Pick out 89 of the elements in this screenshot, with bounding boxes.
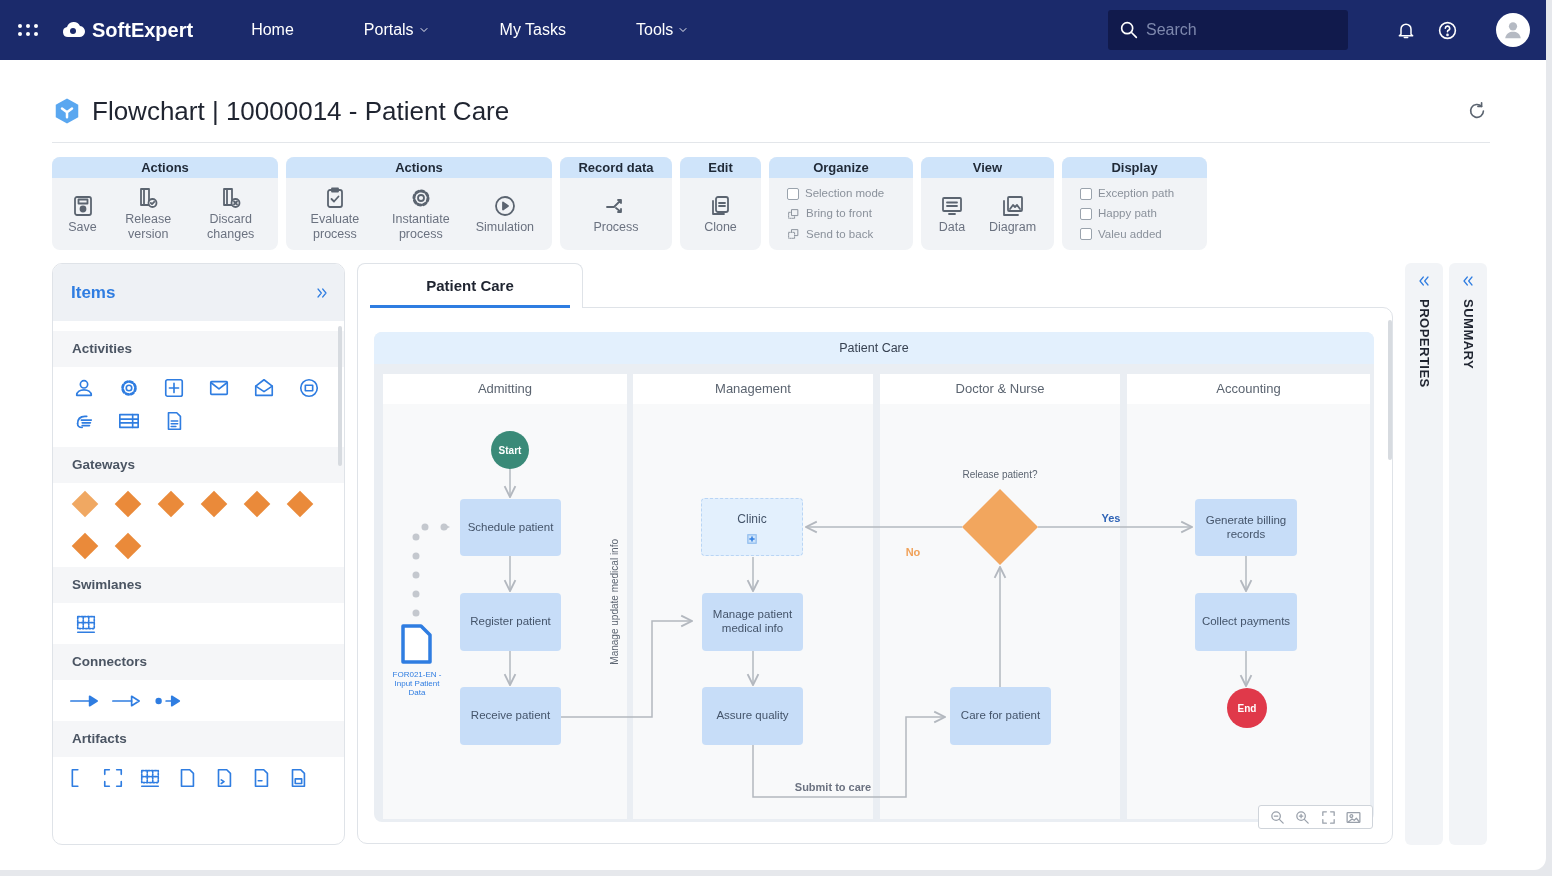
- toolbar-button[interactable]: Process: [593, 193, 639, 235]
- connector-arrow: [746, 650, 760, 686]
- brand-name: SoftExpert: [92, 18, 194, 43]
- apps-grid-icon[interactable]: [16, 22, 40, 38]
- nav-link[interactable]: Portals: [363, 18, 430, 42]
- group-header: Edit: [680, 157, 761, 178]
- annotation-text: Manage update medical info: [608, 539, 621, 665]
- checkbox-label: Selection mode: [805, 186, 885, 202]
- diagram-tab[interactable]: Patient Care: [357, 263, 583, 308]
- plus-icon: [747, 534, 757, 544]
- group-header: Display: [1062, 157, 1207, 178]
- group-header: Actions: [52, 157, 278, 178]
- nav-link[interactable]: My Tasks: [499, 18, 566, 42]
- scrollbar-thumb[interactable]: [1388, 320, 1392, 460]
- dashed-frame-icon[interactable]: [101, 766, 124, 789]
- command-button[interactable]: Bring to front: [787, 205, 872, 223]
- task-node: Collect payments: [1195, 593, 1297, 651]
- checkbox-label: Valeu added: [1098, 226, 1162, 242]
- task-node: Generate billing records: [1195, 499, 1297, 556]
- node-label: Clinic: [737, 511, 767, 528]
- images-icon: [1000, 193, 1025, 218]
- connector-arrow: [503, 650, 517, 686]
- fit-screen-icon[interactable]: [1319, 808, 1337, 826]
- task-node: Assure quality: [702, 687, 803, 745]
- task-node: Manage patient medical info: [702, 593, 803, 651]
- toolbar-button[interactable]: Evaluate process: [303, 186, 366, 242]
- checkbox[interactable]: [1080, 228, 1092, 241]
- envelope-circle-icon[interactable]: [297, 376, 320, 399]
- document-label: FOR021-EN - Input Patient Data: [391, 670, 443, 698]
- task-node: Receive patient: [460, 687, 561, 745]
- checkbox[interactable]: [1080, 208, 1092, 220]
- user-avatar[interactable]: [1496, 13, 1530, 47]
- connector-arrow: [746, 556, 760, 592]
- toolbar-button[interactable]: Instantiate process: [389, 186, 452, 242]
- toolbar-button[interactable]: Save: [68, 193, 97, 235]
- zoom-in-icon[interactable]: [1294, 808, 1312, 826]
- page-title: Flowchart | 10000014 - Patient Care: [92, 94, 510, 128]
- connector-arrow: [503, 468, 517, 498]
- lane-header: Doctor & Nurse: [880, 374, 1120, 404]
- help-icon[interactable]: [1437, 19, 1458, 41]
- open-envelope-icon[interactable]: [252, 376, 275, 399]
- task-node: Care for patient: [950, 687, 1051, 745]
- side-tab[interactable]: SUMMARY: [1449, 263, 1487, 845]
- toolbar-button[interactable]: Simulation: [475, 193, 535, 235]
- lane-header: Management: [633, 374, 873, 404]
- toolbar-button[interactable]: Data: [938, 193, 966, 235]
- scrollbar-thumb[interactable]: [338, 326, 342, 466]
- zoom-out-icon[interactable]: [1269, 808, 1287, 826]
- task-node: Register patient: [460, 593, 561, 651]
- section-header: Gateways: [53, 447, 344, 483]
- play-icon: [492, 193, 517, 218]
- section-header: Artifacts: [53, 721, 344, 757]
- command-button[interactable]: Send to back: [787, 225, 874, 243]
- gateway-label: Release patient?: [962, 468, 1038, 482]
- document-icon: [400, 624, 433, 664]
- send-back-icon: [787, 227, 800, 241]
- section-header: Connectors: [53, 644, 344, 680]
- nav-link[interactable]: Home: [251, 18, 294, 42]
- toolbar-button[interactable]: Release version: [117, 186, 180, 242]
- search-icon: [1118, 19, 1140, 41]
- pool-header: Patient Care: [374, 332, 1374, 364]
- search-field[interactable]: Search: [1108, 10, 1348, 50]
- toolbar-button[interactable]: Discard changes: [199, 186, 262, 242]
- group-header: Record data: [560, 157, 672, 178]
- group-header: Organize: [769, 157, 913, 178]
- section-header: Activities: [53, 331, 344, 367]
- toolbar-button[interactable]: Diagram: [988, 193, 1037, 235]
- side-tab[interactable]: PROPERTIES: [1405, 263, 1443, 845]
- toolbar-button[interactable]: Clone: [704, 193, 737, 235]
- checkbox-label: Happy path: [1098, 206, 1157, 222]
- panel-title: Items: [71, 281, 116, 304]
- lane-header: Accounting: [1127, 374, 1370, 404]
- edge-label: No: [905, 545, 921, 560]
- nav-link[interactable]: Tools: [636, 18, 690, 42]
- bring-front-icon: [787, 207, 800, 221]
- section-header: Swimlanes: [53, 567, 344, 603]
- group-header: View: [921, 157, 1054, 178]
- group-header: Actions: [286, 157, 552, 178]
- task-node: Schedule patient: [460, 499, 561, 556]
- connector-arrow: [1239, 555, 1253, 592]
- edge-label: Submit to care: [794, 780, 872, 795]
- checkbox[interactable]: [787, 187, 799, 200]
- lane-header: Admitting: [383, 374, 627, 404]
- checkbox-label: Exception path: [1098, 186, 1175, 202]
- connector-arrow: [503, 555, 517, 592]
- edge-label: Yes: [1101, 511, 1121, 526]
- connector-arrow: [1239, 650, 1253, 687]
- checkbox[interactable]: [1080, 187, 1092, 200]
- plus-box-icon[interactable]: [162, 376, 185, 399]
